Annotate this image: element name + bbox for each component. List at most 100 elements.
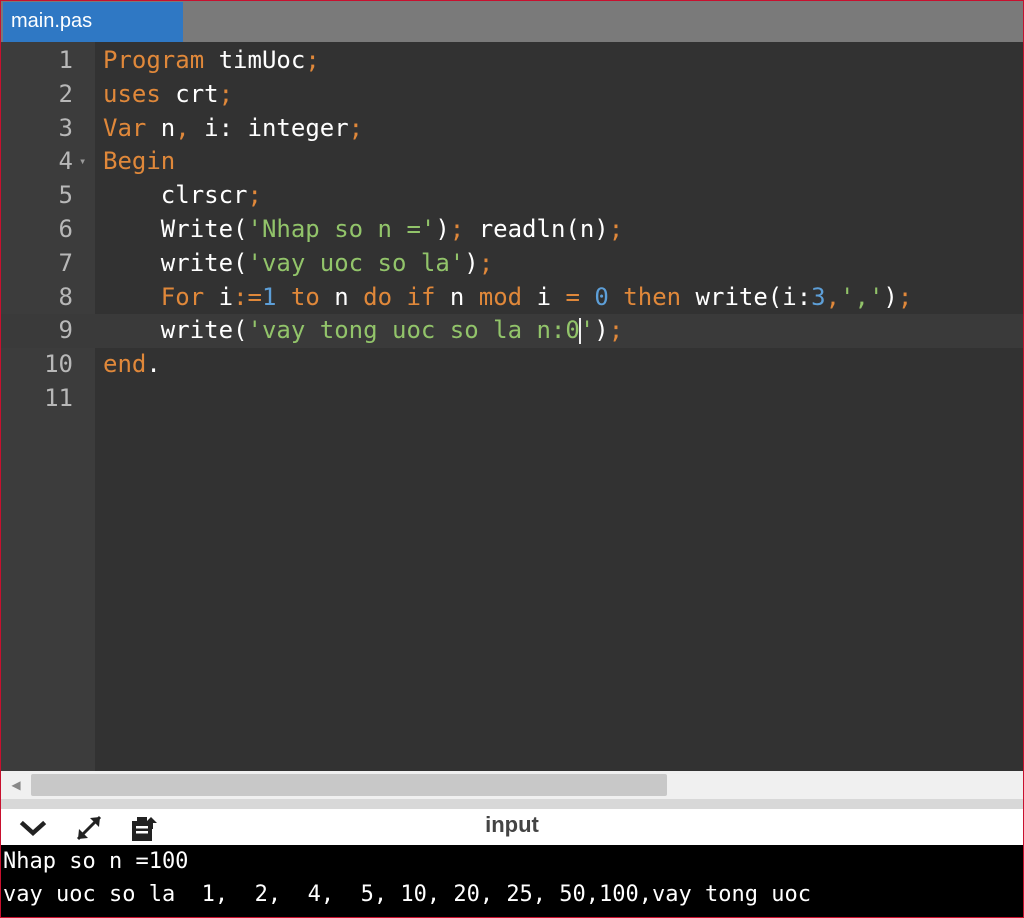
- code-token: 1: [261, 282, 277, 311]
- code-line[interactable]: 2 uses crt;: [1, 78, 1023, 112]
- code-token: Program: [103, 46, 205, 74]
- code-token: ;: [218, 79, 234, 108]
- code-token: For: [160, 282, 205, 311]
- code-token: n: [435, 282, 479, 311]
- line-number: 9: [58, 316, 73, 345]
- line-number: 1: [58, 46, 73, 74]
- code-token: ;: [449, 214, 465, 243]
- code-token: 'vay uoc so la': [247, 248, 465, 277]
- code-token: timUoc: [204, 46, 306, 74]
- code-token: n: [319, 282, 364, 311]
- code-token: ;: [348, 113, 364, 142]
- code-line[interactable]: 1 Program timUoc;: [1, 44, 1023, 78]
- code-token: ': [579, 316, 595, 345]
- code-line[interactable]: 7 write('vay uoc so la');: [1, 247, 1023, 281]
- code-token: readln(n): [464, 214, 609, 243]
- code-token: clrscr: [103, 181, 248, 210]
- code-text: uses crt;: [103, 78, 233, 112]
- line-number: 4: [58, 147, 73, 176]
- horizontal-scrollbar[interactable]: ◀: [1, 771, 1023, 799]
- code-token: write(: [103, 248, 248, 277]
- code-token: .: [146, 350, 161, 379]
- code-line[interactable]: 6 Write('Nhap so n ='); readln(n);: [1, 213, 1023, 247]
- console-output[interactable]: Nhap so n =100 vay uoc so la 1, 2, 4, 5, …: [1, 845, 1023, 917]
- code-token: end: [103, 350, 147, 379]
- line-number: 6: [58, 214, 73, 243]
- code-token: 3: [811, 282, 826, 311]
- code-token: i: [522, 282, 566, 311]
- code-text: write('vay uoc so la');: [103, 247, 493, 281]
- code-token: 'Nhap so n =': [247, 214, 436, 243]
- code-token: ): [883, 282, 898, 311]
- code-text: For i:=1 to n do if n mod i = 0 then wri…: [103, 281, 913, 315]
- code-text: clrscr;: [103, 179, 262, 213]
- code-text: Begin: [103, 145, 175, 179]
- code-token: i: integer: [189, 113, 349, 142]
- code-text: write('vay tong uoc so la n:0');: [103, 314, 623, 348]
- scroll-left-icon[interactable]: ◀: [4, 773, 28, 797]
- code-line[interactable]: 3 Var n, i: integer;: [1, 112, 1023, 146]
- console-toolbar: input: [1, 809, 1023, 845]
- code-token: mod: [478, 282, 523, 311]
- code-token: ,: [825, 282, 841, 311]
- panel-divider[interactable]: [1, 799, 1023, 809]
- code-token: to: [290, 282, 320, 311]
- code-token: n: [146, 113, 176, 142]
- code-text: Var n, i: integer;: [103, 112, 363, 146]
- code-line[interactable]: 10 end.: [1, 348, 1023, 382]
- code-token: ,: [175, 113, 190, 142]
- code-token: i: [204, 282, 234, 311]
- code-token: ): [435, 214, 450, 243]
- line-number: 2: [58, 79, 73, 108]
- code-token: :=: [233, 282, 262, 311]
- code-line[interactable]: 11: [1, 382, 1023, 416]
- console-line: vay uoc so la 1, 2, 4, 5, 10, 20, 25, 50…: [3, 882, 811, 907]
- line-number: 11: [44, 383, 73, 412]
- code-token: ;: [608, 214, 624, 243]
- code-lines: 1 Program timUoc; 2 uses crt; 3 Var n, i: int…: [1, 44, 1023, 416]
- code-token: Var: [103, 113, 147, 142]
- code-token: Write(: [103, 214, 248, 243]
- tab-bar: main.pas: [1, 1, 1023, 42]
- ide-window: main.pas 1 Program timUoc; 2 uses crt; 3 Var …: [0, 0, 1024, 918]
- code-token: ',': [840, 282, 884, 311]
- code-token: =: [565, 282, 580, 311]
- code-token: ;: [608, 316, 624, 345]
- code-token: crt: [160, 79, 219, 108]
- code-token: do: [363, 282, 393, 311]
- code-text: end.: [103, 348, 161, 382]
- code-token: write(i:: [681, 282, 812, 311]
- line-number: 5: [58, 181, 73, 210]
- line-number: 8: [58, 282, 73, 311]
- code-token: if: [406, 282, 436, 311]
- code-token: ;: [478, 248, 494, 277]
- chevron-down-icon[interactable]: [17, 813, 49, 843]
- code-token: ;: [305, 46, 320, 74]
- code-line[interactable]: 5 clrscr;: [1, 179, 1023, 213]
- code-token: 0: [594, 282, 609, 311]
- code-token: ): [464, 248, 479, 277]
- code-line[interactable]: 8 For i:=1 to n do if n mod i = 0 then w…: [1, 281, 1023, 315]
- clipboard-icon[interactable]: [127, 813, 159, 843]
- code-text: Program timUoc;: [103, 44, 320, 78]
- code-editor[interactable]: 1 Program timUoc; 2 uses crt; 3 Var n, i: int…: [1, 42, 1023, 771]
- console-line: so la: [1, 911, 1023, 917]
- fold-arrow-icon[interactable]: ▾: [79, 145, 86, 179]
- line-number: 3: [58, 113, 73, 142]
- line-number: 7: [58, 248, 73, 277]
- tab-main-pas[interactable]: main.pas: [3, 2, 183, 42]
- expand-icon[interactable]: [73, 813, 105, 843]
- code-token: ;: [247, 181, 262, 210]
- code-text: Write('Nhap so n ='); readln(n);: [103, 213, 623, 247]
- code-line[interactable]: 4 ▾ Begin: [1, 145, 1023, 179]
- code-token: ): [594, 316, 609, 345]
- code-token: 'vay tong uoc so la n:0: [247, 316, 580, 345]
- code-line[interactable]: 9 write('vay tong uoc so la n:0');: [1, 314, 1023, 349]
- code-token: uses: [103, 79, 161, 108]
- scrollbar-thumb[interactable]: [31, 774, 667, 796]
